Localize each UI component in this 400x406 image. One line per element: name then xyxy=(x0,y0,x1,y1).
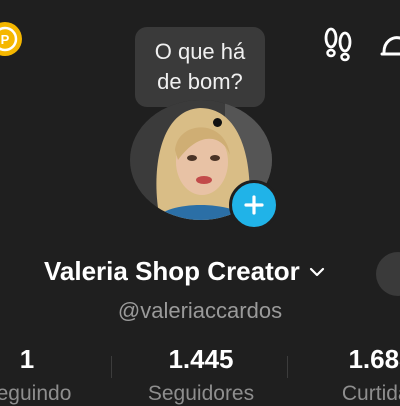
following-count: 1 xyxy=(19,344,35,374)
display-name: Valeria Shop Creator xyxy=(44,256,300,286)
username-handle: @valeriaccardos xyxy=(117,298,283,323)
following-stat[interactable]: 1 Seguindo xyxy=(0,344,79,406)
stat-divider xyxy=(111,356,112,378)
menu-icon[interactable] xyxy=(378,26,400,62)
followers-stat[interactable]: 1.445 Seguidores xyxy=(131,344,271,406)
note-line-2: de bom? xyxy=(157,69,243,94)
note-bubble[interactable]: O que há de bom? xyxy=(135,27,265,107)
svg-text:P: P xyxy=(1,32,10,47)
coin-button[interactable]: P xyxy=(0,22,22,56)
likes-count: 1.688 xyxy=(348,344,400,374)
chevron-down-icon xyxy=(309,267,324,276)
footprints-icon[interactable] xyxy=(318,24,358,64)
coin-icon: P xyxy=(0,26,18,52)
note-line-1: O que há xyxy=(154,39,246,64)
followers-count: 1.445 xyxy=(168,344,234,374)
stat-divider xyxy=(287,356,288,378)
likes-stat[interactable]: 1.688 Curtidas xyxy=(326,344,400,406)
add-story-button[interactable] xyxy=(229,180,279,230)
plus-icon xyxy=(244,195,264,215)
note-indicator-dot xyxy=(213,118,222,127)
account-switcher[interactable]: Valeria Shop Creator xyxy=(44,256,328,287)
followers-label: Seguidores xyxy=(147,382,255,405)
likes-label: Curtidas xyxy=(341,382,400,405)
following-label: Seguindo xyxy=(0,382,72,405)
side-action-button[interactable] xyxy=(376,252,400,296)
